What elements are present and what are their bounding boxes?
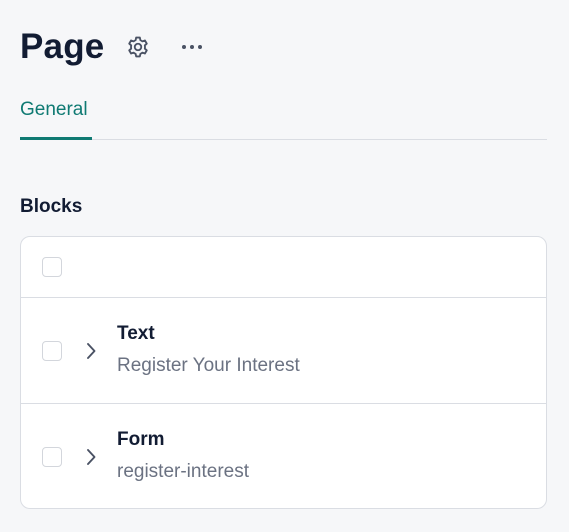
blocks-section-title: Blocks — [20, 196, 83, 217]
more-horizontal-icon — [182, 45, 203, 49]
page-editor: Page General Blocks Text Register Your I… — [0, 0, 569, 532]
block-value: register-interest — [117, 461, 249, 482]
tab-general[interactable]: General — [20, 92, 92, 140]
table-row[interactable]: Form register-interest — [21, 404, 546, 508]
gear-icon — [128, 36, 149, 58]
table-row[interactable]: Text Register Your Interest — [21, 298, 546, 404]
row-checkbox[interactable] — [42, 447, 62, 467]
page-title: Page — [20, 27, 105, 66]
chevron-right-icon — [87, 449, 96, 465]
block-type: Form — [117, 429, 165, 450]
active-tab-indicator — [20, 137, 92, 140]
select-all-checkbox[interactable] — [42, 257, 62, 277]
blocks-table: Text Register Your Interest Form registe… — [20, 236, 547, 509]
block-type: Text — [117, 323, 155, 344]
more-options-button[interactable] — [178, 33, 206, 61]
expand-row-button[interactable] — [83, 340, 99, 362]
tab-bar: General — [20, 92, 547, 140]
row-content: Form register-interest — [117, 426, 249, 487]
chevron-right-icon — [87, 343, 96, 359]
row-content: Text Register Your Interest — [117, 320, 300, 381]
page-header: Page — [20, 24, 206, 70]
tab-general-label: General — [20, 99, 88, 120]
block-value: Register Your Interest — [117, 355, 300, 376]
expand-row-button[interactable] — [83, 446, 99, 468]
table-header-row — [21, 237, 546, 298]
settings-button[interactable] — [124, 33, 152, 61]
row-checkbox[interactable] — [42, 341, 62, 361]
